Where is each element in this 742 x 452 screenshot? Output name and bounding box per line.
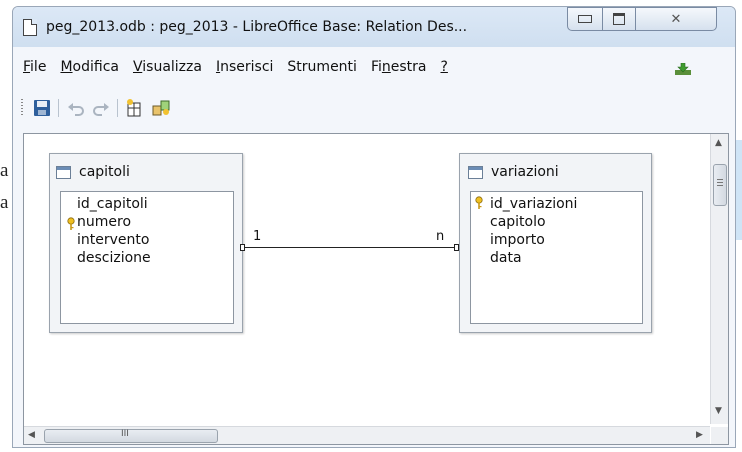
scrollbar-corner (711, 427, 728, 444)
menu-inserisci[interactable]: Inserisci (216, 59, 273, 83)
window-title: peg_2013.odb : peg_2013 - LibreOffice Ba… (46, 19, 468, 35)
menu-bar: File Modifica Visualizza Inserisci Strum… (13, 59, 735, 83)
relation-design-window: peg_2013.odb : peg_2013 - LibreOffice Ba… (12, 6, 736, 448)
title-bar[interactable]: peg_2013.odb : peg_2013 - LibreOffice Ba… (13, 7, 735, 47)
primary-key-icon (67, 217, 75, 230)
scroll-up-icon[interactable]: ▲ (715, 138, 722, 148)
field-id-capitoli[interactable]: id_capitoli (77, 196, 148, 212)
table-window-title: variazioni (491, 164, 559, 180)
menu-file[interactable]: File (23, 59, 46, 83)
vertical-scrollbar[interactable]: ▲ ▼ (710, 134, 728, 424)
menu-finestra[interactable]: Finestra (371, 59, 427, 83)
relation-cardinality-right: n (436, 229, 445, 244)
table-window-variazioni[interactable]: variazioni id_variazioni capitolo import… (459, 153, 652, 333)
relation-line[interactable] (245, 247, 455, 248)
field-data[interactable]: data (490, 250, 522, 266)
scroll-left-icon[interactable]: ◀ (28, 430, 35, 440)
table-window-capitoli[interactable]: capitoli id_capitoli numero intervento d… (49, 153, 243, 333)
minimize-button[interactable] (567, 7, 603, 31)
toolbar-grip[interactable] (21, 99, 23, 117)
document-icon (23, 19, 37, 36)
field-id-variazioni[interactable]: id_variazioni (490, 196, 577, 212)
scroll-down-icon[interactable]: ▼ (715, 406, 722, 416)
vertical-scroll-thumb[interactable] (713, 164, 727, 206)
menu-visualizza[interactable]: Visualizza (133, 59, 202, 83)
new-relation-icon[interactable] (152, 99, 170, 117)
toolbar-separator (117, 99, 118, 117)
table-icon (56, 165, 71, 179)
field-list-variazioni[interactable]: id_variazioni capitolo importo data (470, 191, 643, 324)
undo-icon[interactable] (67, 99, 85, 117)
field-intervento[interactable]: intervento (77, 232, 149, 248)
minimize-icon (578, 15, 592, 23)
field-capitolo[interactable]: capitolo (490, 214, 546, 230)
save-icon[interactable] (33, 99, 51, 117)
relation-cardinality-left: 1 (253, 229, 262, 244)
field-importo[interactable]: importo (490, 232, 545, 248)
toolbar-separator (58, 99, 59, 117)
table-icon (468, 165, 483, 179)
menu-modifica[interactable]: Modifica (60, 59, 119, 83)
field-list-capitoli[interactable]: id_capitoli numero intervento descizione (60, 191, 234, 324)
download-icon[interactable] (675, 63, 691, 75)
relation-end-marker (454, 244, 459, 251)
scroll-right-icon[interactable]: ▶ (696, 430, 703, 440)
menu-help[interactable]: ? (440, 59, 447, 83)
table-window-title: capitoli (79, 164, 130, 180)
primary-key-icon (475, 196, 483, 209)
field-numero[interactable]: numero (77, 214, 131, 230)
new-table-icon[interactable] (125, 99, 143, 117)
close-icon: ✕ (670, 11, 682, 27)
relation-design-canvas[interactable]: capitoli id_capitoli numero intervento d… (23, 133, 729, 445)
horizontal-scrollbar[interactable]: ◀ III ▶ (24, 426, 710, 444)
maximize-button[interactable] (602, 7, 636, 31)
horizontal-scroll-thumb[interactable]: III (44, 429, 218, 443)
maximize-icon (613, 13, 625, 25)
menu-strumenti[interactable]: Strumenti (287, 59, 357, 83)
field-descizione[interactable]: descizione (77, 250, 151, 266)
redo-icon[interactable] (92, 99, 110, 117)
background-edge (736, 140, 742, 240)
close-button[interactable]: ✕ (635, 7, 717, 31)
scroll-thumb-grip: III (121, 429, 129, 439)
background-text-fragment: a (0, 160, 9, 181)
background-text-fragment: a (0, 192, 9, 213)
toolbar (13, 95, 735, 123)
